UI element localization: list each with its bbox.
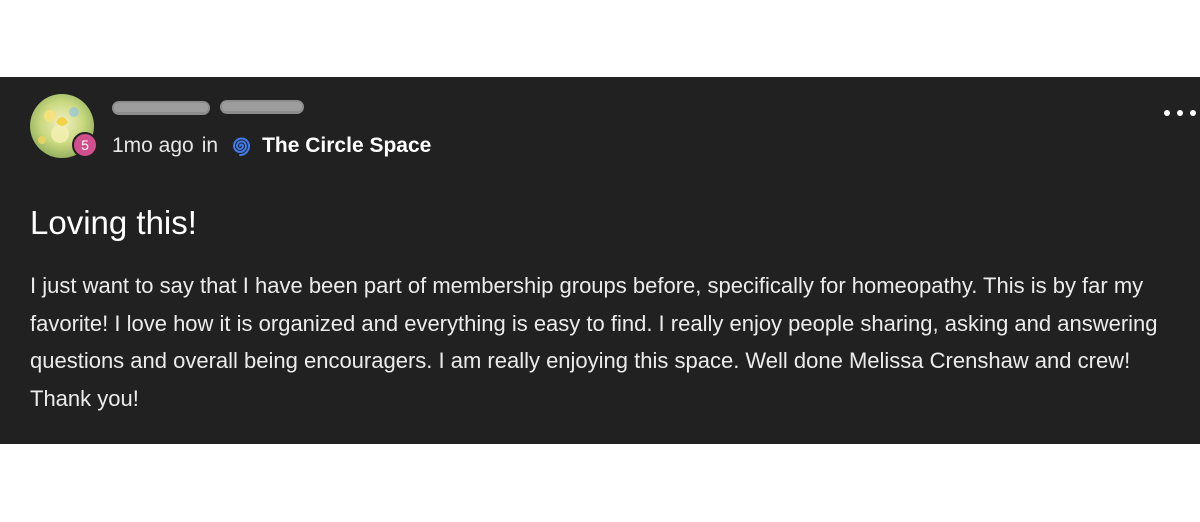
level-badge: 5 [72, 132, 98, 158]
more-dot-icon [1164, 110, 1170, 116]
more-options-button[interactable] [1164, 105, 1196, 121]
post-meta: 1mo ago in The Circle Space [112, 133, 431, 159]
space-link[interactable]: The Circle Space [262, 134, 431, 158]
post-title: Loving this! [30, 204, 197, 241]
more-dot-icon [1177, 110, 1183, 116]
post-card: 5 1mo ago in The Circle Space Loving thi… [0, 77, 1200, 444]
post-in-label: in [201, 134, 219, 157]
more-dot-icon [1190, 110, 1196, 116]
spiral-icon [228, 134, 252, 158]
author-name-redacted [112, 100, 304, 115]
post-body: I just want to say that I have been part… [30, 273, 1158, 411]
post-time: 1mo ago [112, 134, 194, 157]
